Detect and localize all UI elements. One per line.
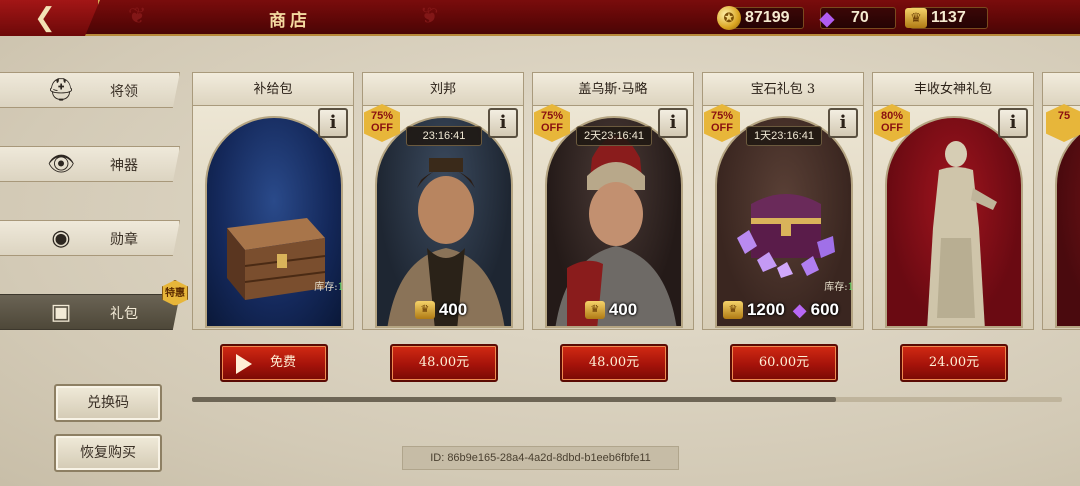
chevron-left-icon: ❮ bbox=[34, 3, 56, 33]
pack-title: 丰收女神礼包 bbox=[872, 72, 1034, 106]
roman-general-portrait-icon bbox=[555, 135, 677, 326]
general-portrait-icon bbox=[387, 158, 505, 326]
gem-counter[interactable]: ◆ 70 bbox=[819, 6, 896, 30]
device-id-label: ID: 86b9e165-28a4-4a2d-8dbd-b1eeb6fbfe11 bbox=[402, 446, 679, 470]
gold-coin-icon: ✪ bbox=[717, 6, 741, 30]
pack-art bbox=[715, 116, 853, 328]
wooden-crate-icon bbox=[227, 218, 326, 300]
restore-purchase-button[interactable]: 恢复购买 bbox=[54, 434, 162, 472]
back-button[interactable]: ❮ bbox=[0, 0, 100, 36]
gold-coin-value: 87199 bbox=[745, 9, 790, 26]
pack-title: 宝石礼包 3 bbox=[702, 72, 864, 106]
pack-rewards: ♛ 400 bbox=[532, 298, 694, 322]
free-claim-button[interactable]: 免费 bbox=[220, 344, 328, 382]
sidebar-item-generals[interactable]: ⛑ 将领 bbox=[0, 72, 180, 108]
sidebar-item-label: 勋章 bbox=[110, 232, 138, 248]
purple-gem-icon: ◆ bbox=[792, 299, 807, 321]
button-label: 免费 bbox=[270, 355, 297, 370]
pack-art bbox=[885, 116, 1023, 328]
pack-card-gaius-marius[interactable]: 盖乌斯·马略 75% OFF 2天23:16:41 i ♛ 400 bbox=[532, 72, 694, 330]
token-value: 1137 bbox=[931, 9, 966, 26]
pack-title: 盖乌斯·马略 bbox=[532, 72, 694, 106]
stock-label: 库存:1 bbox=[314, 282, 344, 293]
countdown-timer: 2天23:16:41 bbox=[576, 126, 652, 146]
info-button[interactable]: i bbox=[998, 108, 1028, 138]
treasure-chest-icon bbox=[737, 194, 835, 278]
pack-art bbox=[545, 116, 683, 328]
pack-rewards: ♛ 1200 ◆ 600 bbox=[702, 298, 864, 322]
play-icon bbox=[236, 354, 252, 374]
info-button[interactable]: i bbox=[828, 108, 858, 138]
pack-art bbox=[1055, 116, 1080, 328]
pack-title bbox=[1042, 72, 1080, 106]
sidebar-item-artifacts[interactable]: 👁 神器 bbox=[0, 146, 180, 182]
pack-card-supply[interactable]: 补给包 i 库存:1 bbox=[192, 72, 354, 330]
pack-card-harvest-goddess[interactable]: 丰收女神礼包 80% OFF i bbox=[872, 72, 1034, 330]
reward-gem-amount: 600 bbox=[810, 300, 840, 319]
gem-value: 70 bbox=[851, 9, 869, 26]
sidebar-item-packs[interactable]: ▣ 礼包 bbox=[0, 294, 180, 330]
pack-art bbox=[205, 116, 343, 328]
goddess-statue-icon bbox=[927, 141, 997, 326]
page-title: 商店 bbox=[269, 11, 311, 31]
laurel-right-icon: ❦ bbox=[420, 4, 439, 29]
pack-card-liu-bang[interactable]: 刘邦 75% OFF 23:16:41 i ♛ 400 bbox=[362, 72, 524, 330]
scrollbar-thumb[interactable] bbox=[192, 397, 836, 402]
token-counter[interactable]: ♛ 1137 bbox=[905, 7, 988, 29]
buy-button-liu-bang[interactable]: 48.00元 bbox=[390, 344, 498, 382]
pack-frame bbox=[192, 106, 354, 330]
countdown-timer: 1天23:16:41 bbox=[746, 126, 822, 146]
info-button[interactable]: i bbox=[318, 108, 348, 138]
gold-token-icon: ♛ bbox=[722, 301, 743, 319]
pack-art bbox=[375, 116, 513, 328]
eagle-medal-icon: ◉ bbox=[51, 226, 71, 251]
spartan-helmet-icon: ⛑ bbox=[47, 78, 75, 103]
reward-token-amount: 400 bbox=[608, 300, 638, 319]
gold-coin-counter[interactable]: ✪ 87199 bbox=[717, 6, 804, 30]
reward-token-amount: 400 bbox=[438, 300, 468, 319]
laurel-left-icon: ❦ bbox=[128, 4, 147, 29]
purple-gem-icon: ◆ bbox=[819, 6, 835, 30]
pack-rewards: ♛ 400 bbox=[362, 298, 524, 322]
buy-button-harvest-goddess[interactable]: 24.00元 bbox=[900, 344, 1008, 382]
sidebar-item-label: 礼包 bbox=[110, 306, 138, 322]
pack-card-partial[interactable]: 75 bbox=[1042, 72, 1080, 330]
sidebar-item-label: 将领 bbox=[110, 84, 138, 100]
sidebar-item-medals[interactable]: ◉ 勋章 bbox=[0, 220, 180, 256]
sidebar-item-label: 神器 bbox=[110, 158, 138, 174]
reward-token-amount: 1200 bbox=[746, 300, 785, 319]
chest-icon: ▣ bbox=[50, 300, 72, 325]
stock-label: 库存:1 bbox=[824, 282, 854, 293]
gold-token-icon: ♛ bbox=[584, 301, 605, 319]
pack-card-gem-pack-3[interactable]: 宝石礼包 3 75% OFF 1天23:16:41 i 库存:1 ♛ 1200 ◆… bbox=[702, 72, 864, 330]
eye-of-horus-icon: 👁 bbox=[47, 152, 75, 177]
info-button[interactable]: i bbox=[488, 108, 518, 138]
countdown-timer: 23:16:41 bbox=[406, 126, 482, 146]
pack-title: 刘邦 bbox=[362, 72, 524, 106]
top-bar: ❮ ❦ 商店 ❦ ✪ 87199 ◆ 70 ♛ 1137 bbox=[0, 0, 1080, 36]
redeem-code-button[interactable]: 兑换码 bbox=[54, 384, 162, 422]
info-button[interactable]: i bbox=[658, 108, 688, 138]
gold-token-icon: ♛ bbox=[905, 8, 927, 28]
buy-button-gem-pack-3[interactable]: 60.00元 bbox=[730, 344, 838, 382]
buy-button-gaius-marius[interactable]: 48.00元 bbox=[560, 344, 668, 382]
gold-token-icon: ♛ bbox=[414, 301, 435, 319]
pack-title: 补给包 bbox=[192, 72, 354, 106]
